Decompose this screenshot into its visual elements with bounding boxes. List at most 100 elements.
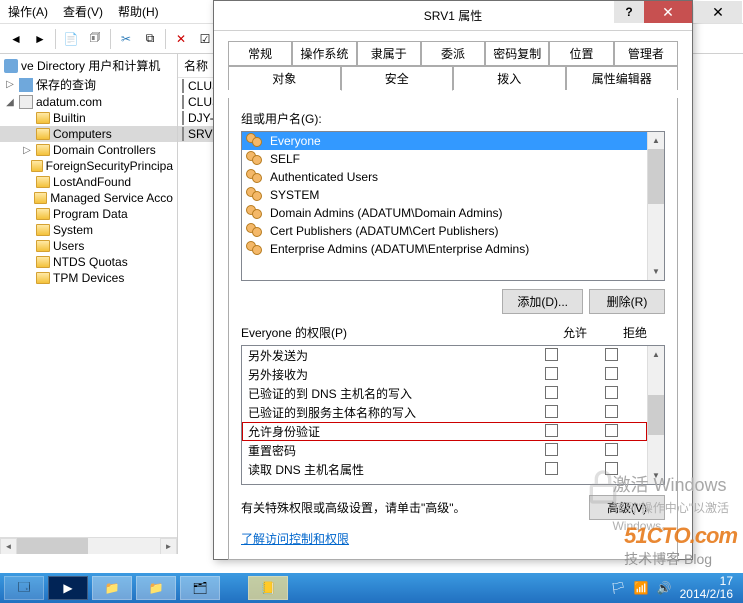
- scroll-left-icon[interactable]: ◄: [0, 538, 17, 554]
- tab-位置[interactable]: 位置: [549, 41, 613, 66]
- task-powershell[interactable]: ▶: [48, 576, 88, 600]
- allow-checkbox[interactable]: [545, 405, 558, 418]
- help-button[interactable]: ?: [614, 1, 644, 23]
- scroll-up-icon[interactable]: ▲: [648, 132, 664, 149]
- expand-icon[interactable]: ▷: [21, 145, 33, 156]
- task-explorer2[interactable]: 📁: [136, 576, 176, 600]
- tab-属性编辑器[interactable]: 属性编辑器: [566, 66, 679, 90]
- tree-root[interactable]: ve Directory 用户和计算机: [0, 56, 177, 75]
- tree-item-users[interactable]: Users: [0, 238, 177, 254]
- group-item[interactable]: Authenticated Users: [242, 168, 647, 186]
- deny-checkbox[interactable]: [605, 424, 618, 437]
- tree-item-tpm-devices[interactable]: TPM Devices: [0, 270, 177, 286]
- tray-network-icon[interactable]: 📶: [634, 581, 649, 595]
- close-button[interactable]: ✕: [644, 1, 692, 23]
- tree-item-foreignsecurityprincipa[interactable]: ForeignSecurityPrincipa: [0, 158, 177, 174]
- system-tray[interactable]: 🏳 📶 🔊 17 2014/2/16: [610, 575, 739, 601]
- nav-fwd-icon[interactable]: ►: [29, 28, 51, 50]
- tree-item-builtin[interactable]: Builtin: [0, 110, 177, 126]
- list-item[interactable]: DJY-W: [178, 110, 218, 126]
- tab-隶属于[interactable]: 隶属于: [357, 41, 421, 66]
- scroll-down-icon[interactable]: ▼: [648, 467, 664, 484]
- scroll-thumb[interactable]: [648, 149, 664, 204]
- collapse-icon[interactable]: ◢: [4, 97, 16, 108]
- permission-row[interactable]: 另外发送为: [242, 346, 647, 365]
- scroll-thumb[interactable]: [17, 538, 88, 554]
- tree-item-system[interactable]: System: [0, 222, 177, 238]
- vertical-scrollbar[interactable]: ▲ ▼: [647, 132, 664, 280]
- allow-checkbox[interactable]: [545, 443, 558, 456]
- add-button[interactable]: 添加(D)...: [502, 289, 583, 314]
- list-item[interactable]: CLUST: [178, 94, 218, 110]
- learn-link[interactable]: 了解访问控制和权限: [241, 532, 349, 546]
- permission-row[interactable]: 重置密码: [242, 441, 647, 460]
- group-item[interactable]: Everyone: [242, 132, 647, 150]
- tab-密码复制[interactable]: 密码复制: [485, 41, 549, 66]
- permission-row[interactable]: 允许身份验证: [242, 422, 647, 441]
- permission-row[interactable]: 另外接收为: [242, 365, 647, 384]
- tree-saved-queries[interactable]: ▷保存的查询: [0, 75, 177, 94]
- permission-row[interactable]: 已验证的到 DNS 主机名的写入: [242, 384, 647, 403]
- deny-checkbox[interactable]: [605, 367, 618, 380]
- tree-item-computers[interactable]: Computers: [0, 126, 177, 142]
- tab-常规[interactable]: 常规: [228, 41, 292, 66]
- tray-flag-icon[interactable]: 🏳: [610, 581, 625, 595]
- scroll-down-icon[interactable]: ▼: [648, 263, 664, 280]
- tab-安全[interactable]: 安全: [341, 66, 454, 91]
- tree-item-domain-controllers[interactable]: ▷Domain Controllers: [0, 142, 177, 158]
- props-icon[interactable]: 🗊: [84, 28, 106, 50]
- deny-checkbox[interactable]: [605, 405, 618, 418]
- group-item[interactable]: SELF: [242, 150, 647, 168]
- permission-row[interactable]: 已验证的到服务主体名称的写入: [242, 403, 647, 422]
- menu-view[interactable]: 查看(V): [63, 3, 103, 20]
- group-item[interactable]: Enterprise Admins (ADATUM\Enterprise Adm…: [242, 240, 647, 258]
- tab-对象[interactable]: 对象: [228, 66, 341, 90]
- task-server-manager[interactable]: 🗔: [4, 576, 44, 600]
- tree-item-managed-service-acco[interactable]: Managed Service Acco: [0, 190, 177, 206]
- permissions-listbox[interactable]: 另外发送为另外接收为已验证的到 DNS 主机名的写入已验证的到服务主体名称的写入…: [241, 345, 665, 485]
- list-item[interactable]: SRV1: [178, 126, 218, 142]
- group-item[interactable]: Cert Publishers (ADATUM\Cert Publishers): [242, 222, 647, 240]
- vertical-scrollbar[interactable]: ▲ ▼: [647, 346, 664, 484]
- deny-checkbox[interactable]: [605, 386, 618, 399]
- tray-date[interactable]: 2014/2/16: [680, 588, 733, 601]
- allow-checkbox[interactable]: [545, 424, 558, 437]
- deny-checkbox[interactable]: [605, 443, 618, 456]
- nav-back-icon[interactable]: ◄: [5, 28, 27, 50]
- scroll-up-icon[interactable]: ▲: [648, 346, 664, 363]
- group-item[interactable]: Domain Admins (ADATUM\Domain Admins): [242, 204, 647, 222]
- scroll-right-icon[interactable]: ►: [160, 538, 177, 554]
- up-icon[interactable]: 📄: [60, 28, 82, 50]
- task-admc[interactable]: 🗂: [180, 576, 220, 600]
- tab-拨入[interactable]: 拨入: [453, 66, 566, 90]
- allow-checkbox[interactable]: [545, 462, 558, 475]
- tab-操作系统[interactable]: 操作系统: [292, 41, 356, 66]
- allow-checkbox[interactable]: [545, 348, 558, 361]
- remove-button[interactable]: 删除(R): [589, 289, 665, 314]
- list-header-name[interactable]: 名称: [178, 54, 218, 78]
- expand-icon[interactable]: ▷: [4, 79, 16, 90]
- allow-checkbox[interactable]: [545, 367, 558, 380]
- groups-listbox[interactable]: EveryoneSELFAuthenticated UsersSYSTEMDom…: [241, 131, 665, 281]
- group-item[interactable]: SYSTEM: [242, 186, 647, 204]
- tab-管理者[interactable]: 管理者: [614, 41, 678, 66]
- tree-item-lostandfound[interactable]: LostAndFound: [0, 174, 177, 190]
- outer-close-button[interactable]: ✕: [694, 1, 742, 23]
- allow-checkbox[interactable]: [545, 386, 558, 399]
- horizontal-scrollbar[interactable]: ◄ ►: [0, 537, 177, 554]
- menu-operate[interactable]: 操作(A): [8, 3, 48, 20]
- tree-item-program-data[interactable]: Program Data: [0, 206, 177, 222]
- tray-sound-icon[interactable]: 🔊: [657, 581, 672, 595]
- task-app[interactable]: 📒: [248, 576, 288, 600]
- list-item[interactable]: CLUST: [178, 78, 218, 94]
- menu-help[interactable]: 帮助(H): [118, 3, 159, 20]
- cut-icon[interactable]: ✂: [115, 28, 137, 50]
- scroll-thumb[interactable]: [648, 395, 664, 435]
- taskbar[interactable]: 🗔 ▶ 📁 📁 🗂 📒 🏳 📶 🔊 17 2014/2/16: [0, 573, 743, 603]
- copy-icon[interactable]: ⧉: [139, 28, 161, 50]
- tab-委派[interactable]: 委派: [421, 41, 485, 66]
- delete-icon[interactable]: ✕: [170, 28, 192, 50]
- tree-domain[interactable]: ◢adatum.com: [0, 94, 177, 110]
- dialog-titlebar[interactable]: SRV1 属性 ? ✕ ✕: [214, 1, 692, 31]
- tree-item-ntds-quotas[interactable]: NTDS Quotas: [0, 254, 177, 270]
